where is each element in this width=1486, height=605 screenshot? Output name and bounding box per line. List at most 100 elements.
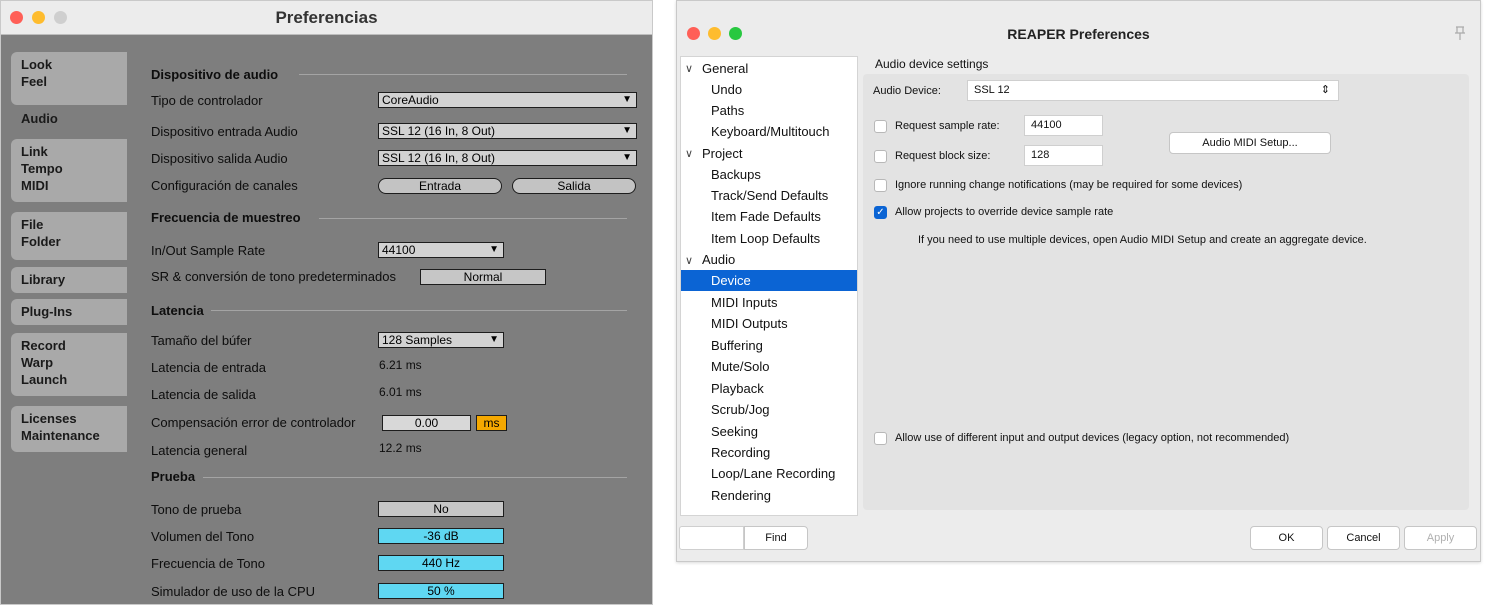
tree-item-scrub-jog[interactable]: Scrub/Jog bbox=[711, 399, 770, 420]
driver-comp-unit-toggle[interactable]: ms bbox=[476, 415, 507, 431]
tree-item-general[interactable]: General bbox=[702, 58, 748, 79]
cpu-sim-unit: % bbox=[444, 584, 455, 598]
tab-label: Maintenance bbox=[21, 428, 100, 443]
tree-item-mute-solo[interactable]: Mute/Solo bbox=[711, 356, 770, 377]
tone-frequency-slider[interactable]: 440 Hz bbox=[378, 555, 504, 571]
output-device-select[interactable]: SSL 12 (16 In, 8 Out) ▼ bbox=[378, 150, 637, 166]
tab-label: Licenses bbox=[21, 411, 77, 426]
tab-label: Folder bbox=[21, 234, 61, 249]
apply-button[interactable]: Apply bbox=[1404, 526, 1477, 550]
ignore-notifications-label: Ignore running change notifications (may… bbox=[895, 179, 1243, 191]
sr-conversion-button[interactable]: Normal bbox=[420, 269, 546, 285]
io-sample-rate-label: In/Out Sample Rate bbox=[151, 243, 266, 258]
tab-licenses-maintenance[interactable]: Licenses Maintenance bbox=[11, 406, 127, 452]
tab-look-feel[interactable]: Look Feel bbox=[11, 52, 127, 105]
find-button[interactable]: Find bbox=[744, 526, 808, 550]
section-divider bbox=[203, 477, 627, 478]
audio-device-label: Audio Device: bbox=[873, 85, 941, 97]
dropdown-arrow-icon: ▼ bbox=[622, 152, 632, 163]
tone-frequency-unit: Hz bbox=[445, 556, 461, 570]
overall-latency-value: 12.2 ms bbox=[379, 441, 422, 455]
input-config-button[interactable]: Entrada bbox=[378, 178, 502, 194]
tree-item-track-send-defaults[interactable]: Track/Send Defaults bbox=[711, 185, 828, 206]
tree-item-seeking[interactable]: Seeking bbox=[711, 421, 758, 442]
audio-device-value: SSL 12 bbox=[974, 84, 1010, 96]
tab-audio[interactable]: Audio bbox=[11, 108, 131, 133]
chevron-down-icon[interactable]: ∨ bbox=[685, 62, 693, 75]
driver-type-label: Tipo de controlador bbox=[151, 93, 263, 108]
allow-override-label: Allow projects to override device sample… bbox=[895, 206, 1114, 218]
allow-override-checkbox[interactable]: ✓ bbox=[874, 206, 887, 219]
tone-volume-slider[interactable]: -36 dB bbox=[378, 528, 504, 544]
ableton-preferences-window: Preferencias Look Feel Audio Link Tempo … bbox=[0, 0, 653, 605]
tree-item-item-loop-defaults[interactable]: Item Loop Defaults bbox=[711, 228, 820, 249]
cpu-sim-slider[interactable]: 50 % bbox=[378, 583, 504, 599]
input-latency-label: Latencia de entrada bbox=[151, 360, 266, 375]
request-sample-rate-input[interactable]: 44100 bbox=[1024, 115, 1103, 136]
buffer-size-value: 128 Samples bbox=[382, 333, 453, 347]
section-audio-device: Dispositivo de audio bbox=[151, 67, 279, 82]
tree-item-recording[interactable]: Recording bbox=[711, 442, 770, 463]
group-title: Audio device settings bbox=[875, 57, 989, 71]
tree-item-audio[interactable]: Audio bbox=[702, 249, 735, 270]
preferences-tree[interactable]: ∨ General Undo Paths Keyboard/Multitouch… bbox=[680, 56, 858, 516]
test-tone-label: Tono de prueba bbox=[151, 502, 242, 517]
tree-item-loop-lane-recording[interactable]: Loop/Lane Recording bbox=[711, 463, 835, 484]
output-device-label: Dispositivo salida Audio bbox=[151, 151, 288, 166]
channel-config-label: Configuración de canales bbox=[151, 178, 298, 193]
audio-device-settings-group bbox=[863, 74, 1469, 510]
pin-icon[interactable] bbox=[1453, 25, 1467, 41]
chevron-updown-icon: ⇕ bbox=[1320, 84, 1330, 96]
tab-record-warp-launch[interactable]: Record Warp Launch bbox=[11, 333, 127, 396]
section-divider bbox=[299, 74, 627, 75]
section-sample-rate: Frecuencia de muestreo bbox=[151, 210, 301, 225]
tab-label: Audio bbox=[21, 111, 58, 126]
tree-item-keyboard[interactable]: Keyboard/Multitouch bbox=[711, 121, 830, 142]
aggregate-device-hint: If you need to use multiple devices, ope… bbox=[918, 234, 1367, 246]
driver-comp-input[interactable]: 0.00 bbox=[382, 415, 471, 431]
input-device-select[interactable]: SSL 12 (16 In, 8 Out) ▼ bbox=[378, 123, 637, 139]
tab-link-tempo-midi[interactable]: Link Tempo MIDI bbox=[11, 139, 127, 202]
output-config-button[interactable]: Salida bbox=[512, 178, 636, 194]
tree-item-undo[interactable]: Undo bbox=[711, 79, 742, 100]
driver-type-value: CoreAudio bbox=[382, 93, 439, 107]
dropdown-arrow-icon: ▼ bbox=[489, 244, 499, 255]
allow-different-devices-checkbox[interactable] bbox=[874, 432, 887, 445]
buffer-size-select[interactable]: 128 Samples ▼ bbox=[378, 332, 504, 348]
tab-library[interactable]: Library bbox=[11, 267, 127, 293]
tree-item-playback[interactable]: Playback bbox=[711, 378, 764, 399]
tab-label: Tempo bbox=[21, 161, 63, 176]
tab-label: File bbox=[21, 217, 44, 232]
tab-label: Launch bbox=[21, 372, 68, 387]
tab-plug-ins[interactable]: Plug-Ins bbox=[11, 299, 127, 325]
tab-label: Look bbox=[21, 57, 53, 72]
tree-item-device[interactable]: Device bbox=[681, 270, 857, 291]
section-divider bbox=[211, 310, 627, 311]
audio-device-select[interactable]: SSL 12 ⇕ bbox=[967, 80, 1339, 101]
find-input[interactable] bbox=[679, 526, 744, 550]
tree-item-paths[interactable]: Paths bbox=[711, 100, 744, 121]
request-sample-rate-checkbox[interactable] bbox=[874, 120, 887, 133]
checkmark-icon: ✓ bbox=[876, 207, 885, 218]
io-sample-rate-select[interactable]: 44100 ▼ bbox=[378, 242, 504, 258]
tree-item-midi-inputs[interactable]: MIDI Inputs bbox=[711, 292, 777, 313]
tree-item-item-fade-defaults[interactable]: Item Fade Defaults bbox=[711, 206, 821, 227]
chevron-down-icon[interactable]: ∨ bbox=[685, 147, 693, 160]
request-block-size-checkbox[interactable] bbox=[874, 150, 887, 163]
tree-item-project[interactable]: Project bbox=[702, 143, 742, 164]
tree-item-buffering[interactable]: Buffering bbox=[711, 335, 763, 356]
tab-label: Link bbox=[21, 144, 48, 159]
tree-item-backups[interactable]: Backups bbox=[711, 164, 761, 185]
ignore-notifications-checkbox[interactable] bbox=[874, 179, 887, 192]
driver-type-select[interactable]: CoreAudio ▼ bbox=[378, 92, 637, 108]
tree-item-midi-outputs[interactable]: MIDI Outputs bbox=[711, 313, 788, 334]
audio-midi-setup-button[interactable]: Audio MIDI Setup... bbox=[1169, 132, 1331, 154]
tab-file-folder[interactable]: File Folder bbox=[11, 212, 127, 260]
ok-button[interactable]: OK bbox=[1250, 526, 1323, 550]
tree-item-rendering[interactable]: Rendering bbox=[711, 485, 771, 506]
request-block-size-input[interactable]: 128 bbox=[1024, 145, 1103, 166]
test-tone-toggle[interactable]: No bbox=[378, 501, 504, 517]
tab-label: Record bbox=[21, 338, 66, 353]
cancel-button[interactable]: Cancel bbox=[1327, 526, 1400, 550]
chevron-down-icon[interactable]: ∨ bbox=[685, 254, 693, 267]
